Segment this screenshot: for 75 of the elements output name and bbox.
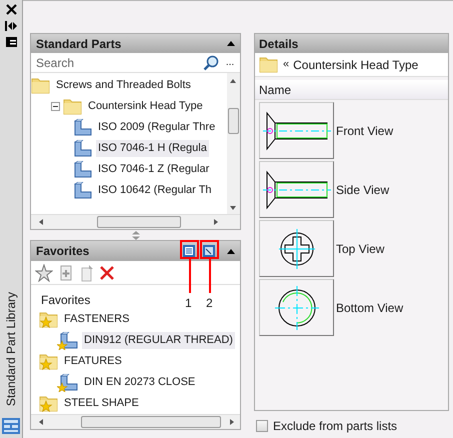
scroll-left-icon[interactable] [39, 219, 43, 225]
delete-icon[interactable] [100, 266, 114, 280]
favorite-folder-icon [39, 395, 59, 412]
leader-line [209, 259, 211, 293]
collapse-arrow-icon[interactable] [227, 41, 235, 46]
part-icon [71, 118, 93, 136]
splitter-grip-icon[interactable] [132, 230, 140, 240]
part-icon [71, 140, 93, 158]
folder-icon [31, 77, 51, 94]
palette-title: Standard Part Library [3, 292, 19, 406]
favorite-folder-icon [39, 353, 59, 370]
horizontal-scrollbar[interactable] [31, 414, 240, 429]
checkbox[interactable] [256, 420, 268, 432]
scroll-thumb[interactable] [81, 416, 221, 428]
view-label: Bottom View [336, 300, 404, 316]
column-header[interactable]: Name [255, 80, 448, 100]
tree-item[interactable]: Screws and Threaded Bolts [54, 77, 193, 94]
tree-item[interactable]: ISO 7046-1 H (Regula [96, 140, 209, 157]
checkbox-label: Exclude from parts lists [273, 418, 398, 435]
favorite-part-icon [57, 374, 79, 392]
vertical-scrollbar[interactable] [227, 73, 240, 214]
list-view-icon[interactable] [183, 245, 195, 257]
tree-item[interactable]: DIN912 (REGULAR THREAD) [82, 332, 235, 349]
tree-item[interactable]: FEATURES [62, 353, 124, 370]
scroll-right-icon[interactable] [230, 419, 234, 425]
view-thumbnail[interactable] [259, 102, 334, 159]
panel-title: Standard Parts [36, 36, 122, 52]
part-icon [71, 160, 93, 178]
tree-item[interactable]: ISO 2009 (Regular Thre [96, 119, 218, 136]
view-thumbnail[interactable] [259, 161, 334, 218]
collapse-icon[interactable] [5, 21, 17, 31]
folder-icon [63, 98, 83, 115]
callout-label: 2 [206, 295, 213, 312]
properties-icon[interactable] [6, 37, 16, 47]
path-text: Countersink Head Type [293, 56, 418, 74]
scroll-left-icon[interactable] [39, 419, 43, 425]
scroll-right-icon[interactable] [214, 219, 218, 225]
preview-icon[interactable] [203, 245, 215, 257]
column-title: Name [259, 82, 292, 98]
back-chevron[interactable]: « [283, 56, 290, 73]
part-icon [71, 182, 93, 200]
folder-icon [259, 56, 279, 73]
tree-root[interactable]: Favorites [41, 291, 90, 309]
close-icon[interactable] [6, 4, 16, 15]
scroll-thumb[interactable] [228, 108, 239, 134]
view-label: Top View [336, 240, 384, 258]
tree-item[interactable]: STEEL SHAPE [62, 395, 141, 412]
tree-item[interactable]: DIN EN 20273 CLOSE [82, 374, 198, 391]
tree-item[interactable]: Countersink Head Type [86, 98, 205, 115]
view-label: Side View [336, 182, 390, 198]
library-icon[interactable] [2, 418, 20, 434]
scroll-thumb[interactable] [97, 216, 181, 228]
scroll-down-icon[interactable] [230, 206, 236, 210]
add-favorite-icon[interactable] [35, 264, 53, 282]
callout-box [180, 240, 199, 259]
view-thumbnail[interactable] [259, 220, 334, 277]
scroll-up-icon[interactable] [230, 79, 236, 83]
add-item-icon[interactable] [58, 264, 74, 282]
favorite-folder-icon [39, 311, 59, 328]
search-icon[interactable] [203, 54, 219, 70]
collapse-arrow-icon[interactable] [227, 248, 235, 254]
more-button[interactable]: ... [222, 58, 238, 68]
tree-item[interactable]: ISO 7046-1 Z (Regular [96, 161, 212, 178]
panel-title: Details [259, 36, 298, 52]
callout-label: 1 [185, 295, 192, 312]
tree-item[interactable]: ISO 10642 (Regular Th [96, 182, 214, 199]
view-label: Front View [336, 122, 394, 140]
tree-item[interactable]: FASTENERS [62, 311, 132, 328]
leader-line [189, 259, 191, 293]
panel-title: Favorites [36, 243, 90, 260]
callout-box [200, 240, 219, 259]
favorite-part-icon [57, 332, 79, 350]
collapse-toggle-icon[interactable] [51, 102, 60, 111]
horizontal-scrollbar[interactable] [31, 214, 240, 229]
view-thumbnail[interactable] [259, 279, 334, 336]
